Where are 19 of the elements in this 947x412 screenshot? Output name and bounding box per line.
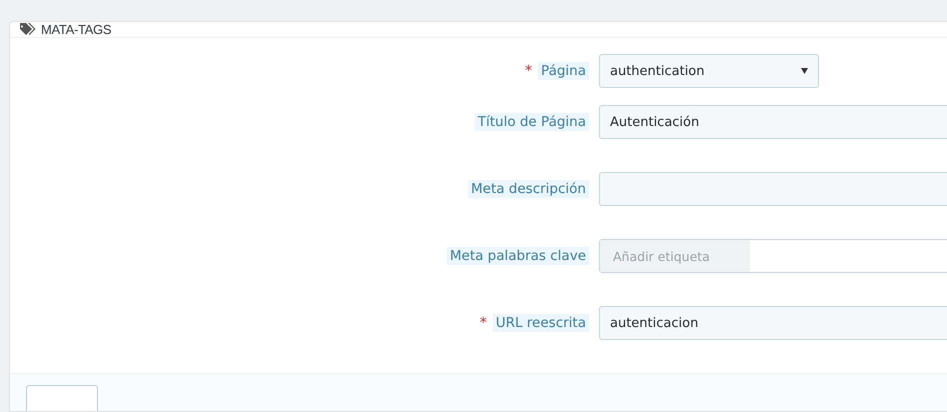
field-label: Meta descripción bbox=[468, 180, 589, 198]
tag-placeholder: Añadir etiqueta bbox=[600, 240, 750, 272]
footer-button[interactable] bbox=[26, 385, 98, 411]
page-select[interactable]: authentication bbox=[599, 54, 819, 88]
required-mark: * bbox=[480, 315, 487, 331]
required-mark: * bbox=[525, 63, 532, 79]
panel-title: MATA-TAGS bbox=[41, 22, 112, 37]
input-field[interactable]: Autenticación bbox=[599, 105, 947, 139]
input-field[interactable]: autenticacion bbox=[599, 306, 947, 340]
field-label: URL reescrita bbox=[492, 314, 589, 332]
input-value: autenticacion bbox=[610, 316, 698, 330]
caret-icon bbox=[801, 68, 808, 74]
field-label: Título de Página bbox=[474, 113, 589, 131]
field-label: Meta palabras clave bbox=[446, 247, 589, 265]
input-value: Autenticación bbox=[610, 114, 700, 130]
input-field[interactable] bbox=[599, 172, 947, 206]
tags-icon bbox=[20, 23, 36, 36]
select-value: authentication bbox=[610, 64, 705, 78]
field-label: Página bbox=[538, 62, 589, 80]
